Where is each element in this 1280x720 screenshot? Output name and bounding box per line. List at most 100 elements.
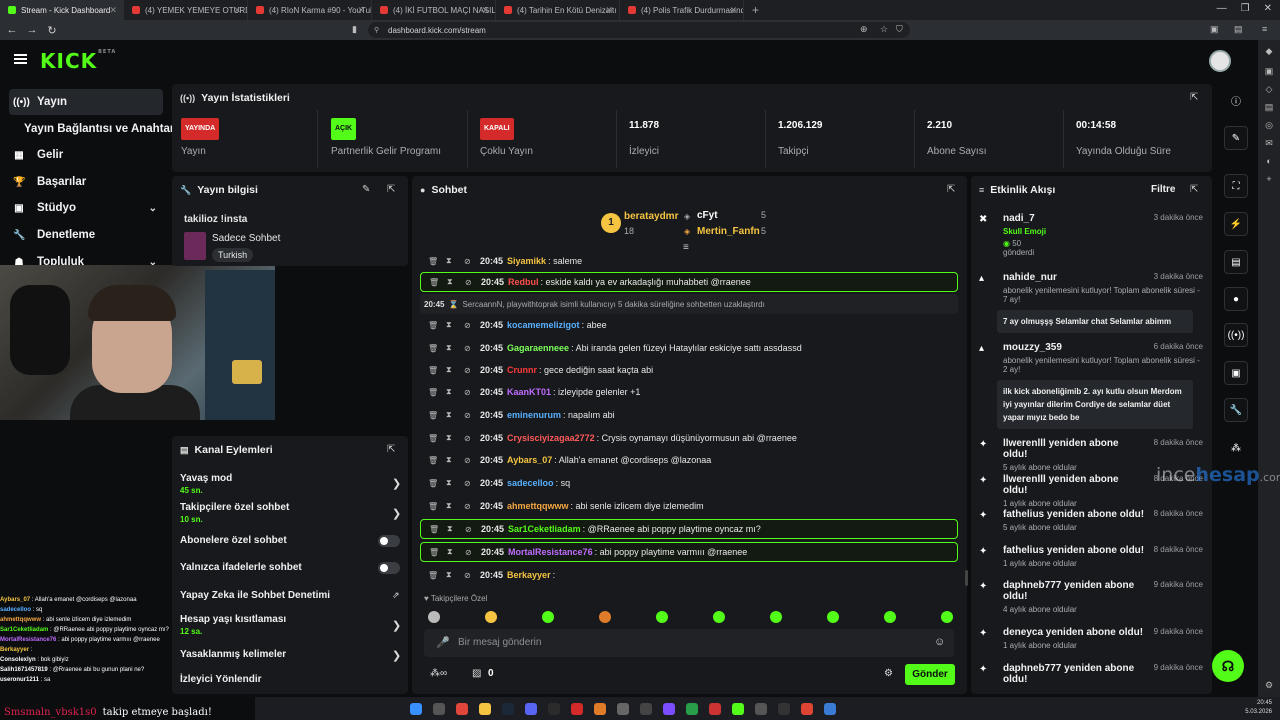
chat-message[interactable]: 🗑 ⧗ ⊘ 20:45 kocamemelizigot: abee xyxy=(420,315,958,335)
browser-tab[interactable]: (4) Polis Trafik Durdurmasında Anne...✕ xyxy=(620,0,744,20)
layout-icon[interactable]: ▣ xyxy=(1224,361,1248,385)
chat-message[interactable]: 🗑 ⧗ ⊘ 20:45 Crysisciyizagaa2772: Crysis oyna… xyxy=(420,428,958,448)
delete-icon[interactable]: 🗑 xyxy=(429,278,439,287)
nav-item-denetleme[interactable]: 🔧 Denetleme xyxy=(9,222,163,248)
gift-icon[interactable]: ▨ xyxy=(472,668,481,679)
brave-icon[interactable] xyxy=(456,702,468,715)
chat-message[interactable]: 🗑 ⧗ ⊘ 20:45 Berkayyer: xyxy=(420,565,958,585)
delete-icon[interactable]: 🗑 xyxy=(429,548,439,557)
browser-tab[interactable]: Stream - Kick Dashboard ✕ xyxy=(0,0,124,20)
steam-icon[interactable] xyxy=(502,702,514,715)
hamburger-menu-icon[interactable] xyxy=(14,54,27,64)
expand-icon[interactable]: ⇱ xyxy=(947,184,955,195)
timeout-icon[interactable]: ⧗ xyxy=(446,320,456,330)
emote-icon[interactable] xyxy=(656,611,668,623)
message-username[interactable]: KaanKT01 xyxy=(507,387,551,397)
close-tab-icon[interactable]: ✕ xyxy=(729,5,737,16)
timeout-icon[interactable]: ⧗ xyxy=(447,277,457,287)
close-window-icon[interactable]: ✕ xyxy=(1264,3,1272,14)
activity-title[interactable]: daphneb777 yeniden abone oldu! xyxy=(1003,580,1145,602)
emote-icon[interactable] xyxy=(428,611,440,623)
leader-name[interactable]: cFyt xyxy=(697,210,718,221)
ban-icon[interactable]: ⊘ xyxy=(464,502,474,511)
message-username[interactable]: Sar1Ceketliadam xyxy=(508,524,581,534)
obs-icon[interactable] xyxy=(640,702,652,715)
infinity-icon[interactable]: ⁂∞ xyxy=(430,668,447,679)
activity-title[interactable]: fathelius yeniden abone oldu! xyxy=(1003,509,1145,520)
ban-icon[interactable]: ⊘ xyxy=(464,257,474,266)
delete-icon[interactable]: 🗑 xyxy=(428,502,438,511)
ban-icon[interactable]: ⊘ xyxy=(464,344,474,353)
followers-only-action[interactable]: Takipçilere özel sohbet 10 sn. xyxy=(180,502,289,524)
account-age-action[interactable]: Hesap yaşı kısıtlaması 12 sa. xyxy=(180,614,286,636)
ban-icon[interactable]: ⊘ xyxy=(464,479,474,488)
filter-button[interactable]: Filtre xyxy=(1151,184,1175,195)
leader-name[interactable]: berataydmr xyxy=(624,211,678,222)
apps-icon[interactable]: ⁂ xyxy=(1224,436,1248,460)
timeout-icon[interactable]: ⧗ xyxy=(447,524,457,534)
close-tab-icon[interactable]: ✕ xyxy=(605,5,613,16)
chat-scrollbar[interactable] xyxy=(965,570,968,586)
chat-message[interactable]: 🗑 ⧗ ⊘ 20:45 Crunnr: gece dediğin saat kaçta … xyxy=(420,360,958,380)
back-icon[interactable]: ← xyxy=(4,24,20,36)
nav-sub-stream-key[interactable]: Yayın Bağlantısı ve Anahtarı xyxy=(24,123,178,135)
delete-icon[interactable]: 🗑 xyxy=(428,479,438,488)
nav-item-basarilar[interactable]: 🏆 Başarılar xyxy=(9,169,163,195)
activity-title[interactable]: deneyca yeniden abone oldu! xyxy=(1003,627,1145,638)
timeout-icon[interactable]: ⧗ xyxy=(446,433,456,443)
timeout-icon[interactable]: ⧗ xyxy=(446,387,456,397)
app-icon[interactable] xyxy=(548,702,560,715)
ban-icon[interactable]: ⊘ xyxy=(464,411,474,420)
delete-icon[interactable]: 🗑 xyxy=(428,456,438,465)
subscribers-only-toggle[interactable] xyxy=(378,535,400,547)
system-clock[interactable]: 20:45 5.03.2026 xyxy=(1245,699,1272,717)
emote-icon[interactable] xyxy=(542,611,554,623)
shield-icon[interactable]: ⛉ xyxy=(896,24,903,35)
tag-chip[interactable]: Turkish xyxy=(212,248,254,262)
wallet-icon[interactable]: ▤ xyxy=(1234,24,1243,35)
timeout-icon[interactable]: ⧗ xyxy=(446,478,456,488)
app-icon[interactable] xyxy=(663,702,675,715)
message-username[interactable]: Crysisciyizagaa2772 xyxy=(507,433,595,443)
app-icon[interactable] xyxy=(594,702,606,715)
activity-title[interactable]: fathelius yeniden abone oldu! xyxy=(1003,545,1145,556)
expand-icon[interactable]: ⇱ xyxy=(1190,184,1198,195)
notes-icon[interactable]: ▤ xyxy=(1224,250,1248,274)
timeout-icon[interactable]: ⧗ xyxy=(446,455,456,465)
emote-only-toggle[interactable] xyxy=(378,562,400,574)
ban-icon[interactable]: ⊘ xyxy=(465,548,475,557)
chat-message[interactable]: 🗑 ⧗ ⊘ 20:45 Redbul: eskide kaldı ya ev arkad… xyxy=(420,272,958,292)
timeout-icon[interactable]: ⧗ xyxy=(446,343,456,353)
message-username[interactable]: Siyamikk xyxy=(507,256,546,266)
app-icon[interactable] xyxy=(801,702,813,715)
new-tab-button[interactable]: + xyxy=(744,3,767,17)
emote-icon[interactable] xyxy=(713,611,725,623)
expand-icon[interactable]: ⇱ xyxy=(387,444,395,455)
app-icon[interactable] xyxy=(686,702,698,715)
minimize-icon[interactable]: — xyxy=(1217,3,1227,14)
maximize-icon[interactable]: ❐ xyxy=(1241,3,1250,14)
message-username[interactable]: ahmettqqwww xyxy=(507,501,569,511)
site-info-icon[interactable]: ⚲ xyxy=(374,26,379,34)
delete-icon[interactable]: 🗑 xyxy=(428,257,438,266)
message-username[interactable]: Crunnr xyxy=(507,365,537,375)
microphone-icon[interactable]: 🎤 xyxy=(436,636,450,649)
emote-icon[interactable] xyxy=(884,611,896,623)
chevron-right-icon[interactable]: ❯ xyxy=(392,649,401,662)
emote-icon[interactable] xyxy=(770,611,782,623)
chat-message[interactable]: 🗑 ⧗ ⊘ 20:45 Aybars_07: Allah'a emanet @cordi… xyxy=(420,450,958,470)
message-username[interactable]: kocamemelizigot xyxy=(507,320,580,330)
ban-icon[interactable]: ⊘ xyxy=(464,321,474,330)
nav-item-studyo[interactable]: ▣ Stüdyo ⌄ xyxy=(9,195,163,221)
user-avatar[interactable] xyxy=(1209,50,1231,72)
timeout-icon[interactable]: ⧗ xyxy=(446,410,456,420)
add-icon[interactable]: + xyxy=(1263,174,1275,184)
search-icon[interactable] xyxy=(433,702,445,715)
delete-icon[interactable]: 🗑 xyxy=(428,366,438,375)
windows-start-icon[interactable] xyxy=(410,702,422,715)
chevron-right-icon[interactable]: ❯ xyxy=(392,477,401,490)
send-button[interactable]: Gönder xyxy=(905,664,955,685)
url-bar[interactable]: ⚲ dashboard.kick.com/stream xyxy=(368,22,910,38)
timeout-icon[interactable]: ⧗ xyxy=(446,570,456,580)
activity-title[interactable]: daphneb777 yeniden abone oldu! xyxy=(1003,663,1145,685)
